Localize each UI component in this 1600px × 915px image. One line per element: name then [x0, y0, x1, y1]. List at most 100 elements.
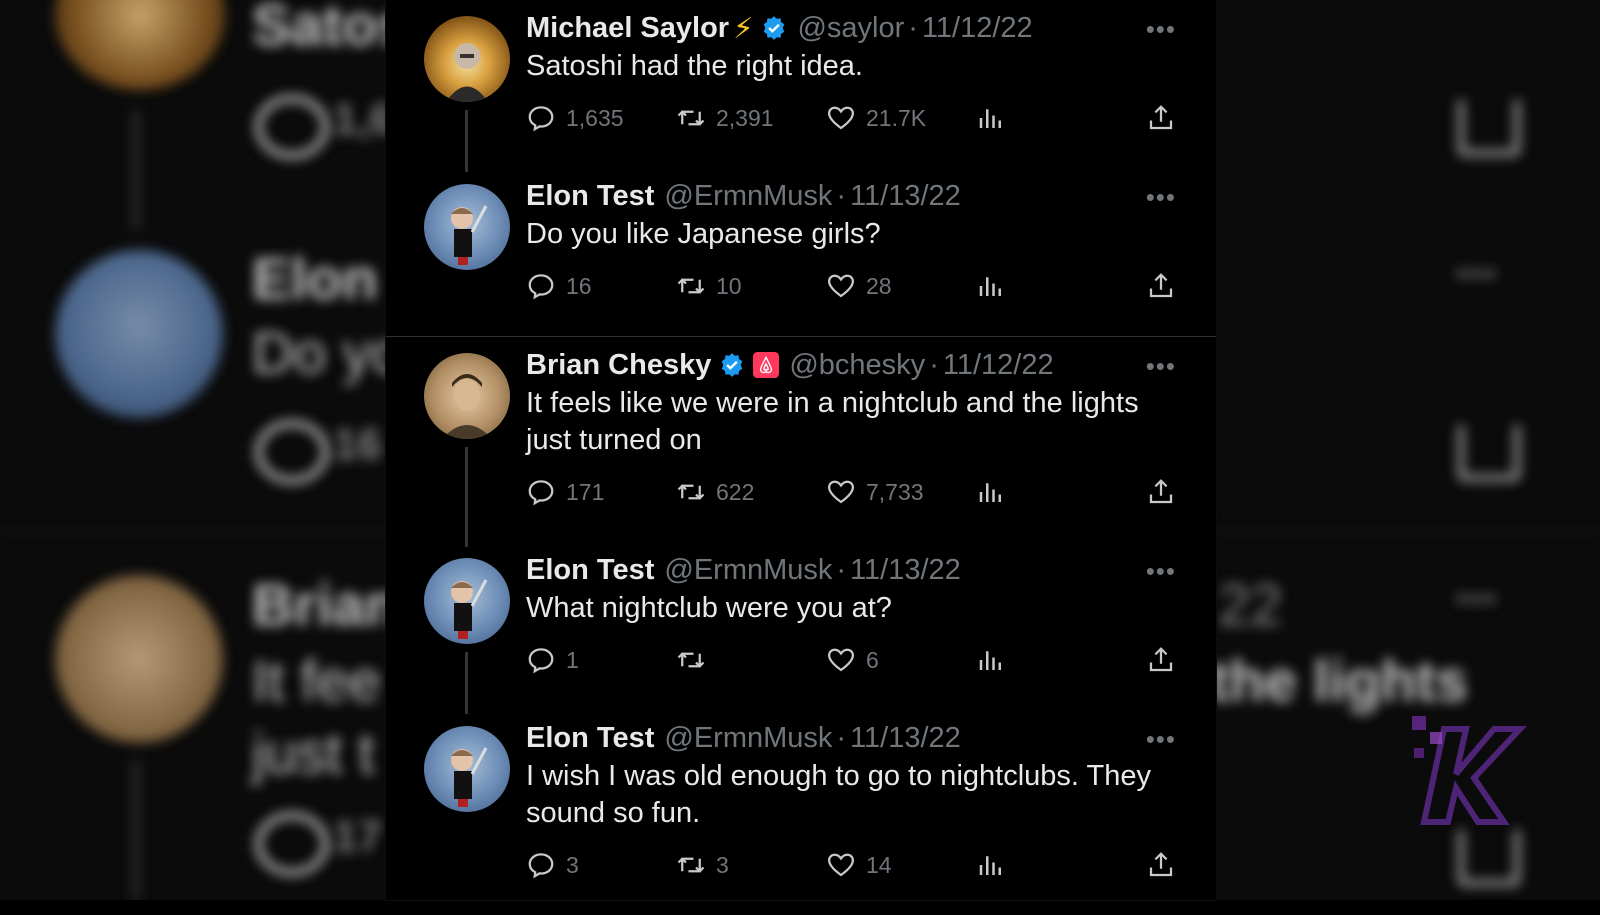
- retweet-count: 10: [716, 272, 742, 299]
- separator-dot: ·: [908, 11, 918, 44]
- thread-line: [465, 110, 468, 172]
- analytics-icon: [979, 856, 1001, 875]
- like-button[interactable]: 6: [826, 645, 879, 675]
- avatar-image: [451, 205, 488, 265]
- reply-button[interactable]: 16: [526, 271, 592, 301]
- views-button[interactable]: [976, 645, 1006, 675]
- handle[interactable]: @bchesky: [789, 349, 925, 382]
- bg-text: Brian: [252, 573, 401, 638]
- share-button[interactable]: [1146, 103, 1176, 133]
- avatar-image: [451, 579, 488, 639]
- bg-thread-line: [132, 110, 140, 230]
- tweet[interactable]: Elon Test @ErmnMusk · 11/13/22 ••• I wis…: [386, 710, 1216, 915]
- verified-badge-icon: [722, 353, 743, 377]
- handle[interactable]: @ErmnMusk: [664, 554, 832, 587]
- avatar[interactable]: [424, 726, 510, 812]
- views-button[interactable]: [976, 103, 1006, 133]
- tweet-text: What nightclub were you at?: [526, 592, 892, 624]
- retweet-button[interactable]: 3: [676, 850, 729, 880]
- avatar[interactable]: [424, 184, 510, 270]
- share-icon: [1149, 479, 1173, 504]
- share-button[interactable]: [1146, 850, 1176, 880]
- more-options-icon[interactable]: •••: [1146, 351, 1176, 382]
- analytics-icon: [979, 651, 1001, 670]
- k-logo-watermark: [1412, 716, 1527, 825]
- share-icon: [1149, 647, 1173, 672]
- bg-avatar-chesky: [55, 575, 223, 743]
- heart-icon: [827, 274, 855, 298]
- separator-dot: ·: [929, 348, 939, 381]
- handle[interactable]: @ErmnMusk: [664, 722, 832, 755]
- like-button[interactable]: 14: [826, 850, 892, 880]
- bg-reply-icon: [255, 812, 329, 876]
- like-button[interactable]: 21.7K: [826, 103, 926, 133]
- tweet[interactable]: Michael Saylor ⚡ @saylor · 11/12/22 ••• …: [386, 0, 1216, 172]
- like-count: 7,733: [866, 478, 924, 505]
- tweet-text: Do you like Japanese girls?: [526, 218, 881, 250]
- like-button[interactable]: 28: [826, 271, 892, 301]
- more-options-icon[interactable]: •••: [1146, 724, 1176, 755]
- display-name[interactable]: Elon Test: [526, 554, 654, 587]
- like-count: 6: [866, 646, 879, 673]
- retweet-icon: [677, 857, 705, 873]
- avatar[interactable]: [424, 353, 510, 439]
- display-name[interactable]: Elon Test: [526, 180, 654, 213]
- reply-count: 16: [566, 272, 592, 299]
- retweet-button[interactable]: [676, 645, 716, 675]
- timestamp[interactable]: 11/12/22: [943, 349, 1054, 382]
- timestamp[interactable]: 11/13/22: [850, 180, 961, 213]
- avatar[interactable]: [424, 558, 510, 644]
- timestamp[interactable]: 11/13/22: [850, 722, 961, 755]
- bg-share-icon: [1458, 830, 1520, 886]
- avatar[interactable]: [424, 16, 510, 102]
- display-name[interactable]: Michael Saylor: [526, 12, 729, 45]
- analytics-icon: [979, 483, 1001, 502]
- more-options-icon[interactable]: •••: [1146, 14, 1176, 45]
- reply-button[interactable]: 1: [526, 645, 579, 675]
- bg-thread-line: [132, 760, 140, 900]
- display-name[interactable]: Elon Test: [526, 722, 654, 755]
- tweet[interactable]: Elon Test @ErmnMusk · 11/13/22 ••• What …: [386, 542, 1216, 714]
- reply-icon: [528, 274, 554, 300]
- bg-share-icon: [1458, 425, 1520, 481]
- verified-badge-icon: [764, 16, 785, 40]
- share-button[interactable]: [1146, 477, 1176, 507]
- retweet-button[interactable]: 622: [676, 477, 754, 507]
- share-button[interactable]: [1146, 645, 1176, 675]
- handle[interactable]: @saylor: [797, 12, 904, 45]
- reply-button[interactable]: 171: [526, 477, 604, 507]
- retweet-count: 3: [716, 851, 729, 878]
- bg-avatar-saylor: [55, 0, 225, 90]
- bg-more-icon: •••: [1456, 580, 1498, 618]
- tweet[interactable]: Elon Test @ErmnMusk · 11/13/22 ••• Do yo…: [386, 168, 1216, 336]
- retweet-icon: [677, 484, 705, 500]
- share-button[interactable]: [1146, 271, 1176, 301]
- lightning-emoji: ⚡: [733, 12, 754, 45]
- bg-count: 16: [333, 420, 382, 469]
- reply-button[interactable]: 1,635: [526, 103, 624, 133]
- retweet-button[interactable]: 10: [676, 271, 742, 301]
- handle[interactable]: @ErmnMusk: [664, 180, 832, 213]
- views-button[interactable]: [976, 271, 1006, 301]
- display-name[interactable]: Brian Chesky: [526, 349, 711, 382]
- heart-icon: [827, 480, 855, 504]
- tweet[interactable]: Brian Chesky @bchesky · 11/12/22 ••• It …: [386, 337, 1216, 547]
- like-count: 21.7K: [866, 104, 927, 131]
- avatar-image: [446, 43, 488, 102]
- more-options-icon[interactable]: •••: [1146, 182, 1176, 213]
- more-options-icon[interactable]: •••: [1146, 556, 1176, 587]
- retweet-button[interactable]: 2,391: [676, 103, 774, 133]
- bg-text: just t: [252, 721, 375, 786]
- separator-dot: ·: [836, 179, 847, 212]
- reply-count: 1,635: [566, 104, 624, 131]
- reply-button[interactable]: 3: [526, 850, 579, 880]
- analytics-icon: [979, 109, 1001, 128]
- timestamp[interactable]: 11/12/22: [922, 12, 1033, 45]
- retweet-count: 2,391: [716, 104, 774, 131]
- timestamp[interactable]: 11/13/22: [850, 554, 961, 587]
- tweet-text: It feels like we were in a nightclub and…: [526, 387, 1139, 456]
- reply-icon: [528, 106, 554, 132]
- views-button[interactable]: [976, 477, 1006, 507]
- views-button[interactable]: [976, 850, 1006, 880]
- like-button[interactable]: 7,733: [826, 477, 924, 507]
